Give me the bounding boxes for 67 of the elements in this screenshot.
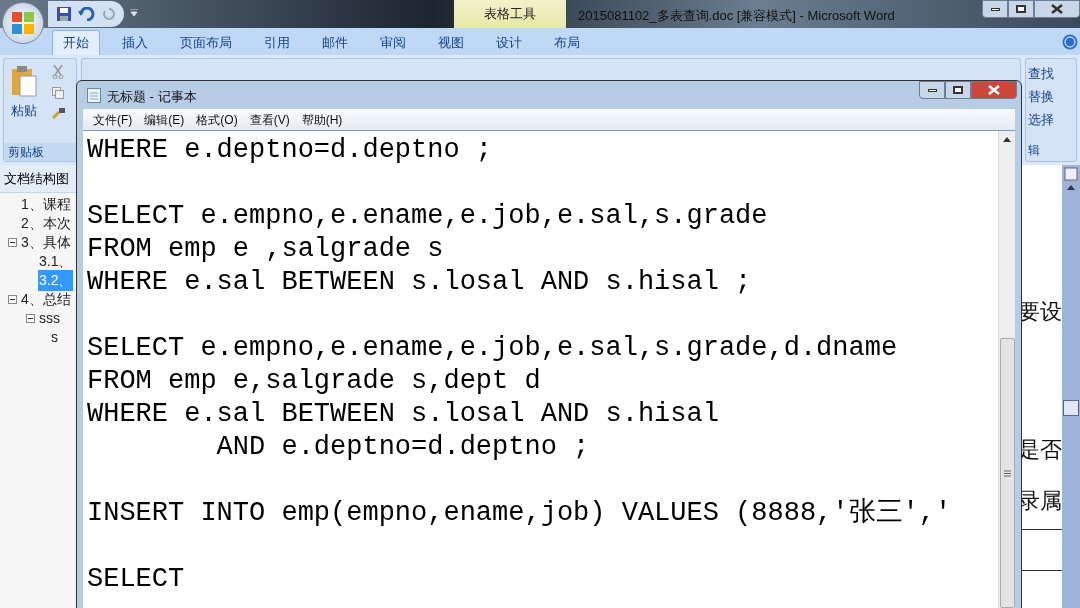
scroll-up-icon xyxy=(1067,185,1075,190)
ribbon-tab[interactable]: 页面布局 xyxy=(170,30,242,55)
outline-item[interactable]: sss xyxy=(38,308,61,329)
ribbon-tab[interactable]: 插入 xyxy=(112,30,158,55)
collapse-icon[interactable] xyxy=(8,238,17,247)
outline-item[interactable]: 2、本次 xyxy=(20,213,72,234)
code-line: SELECT e.empno,e.ename,e.job,e.sal,s.grade,d.dname xyxy=(87,332,899,365)
office-logo-icon xyxy=(11,11,35,35)
code-line: AND e.deptno=d.deptno ; xyxy=(215,431,591,464)
brush-icon[interactable] xyxy=(52,107,66,119)
outline-item[interactable]: 1、课程 xyxy=(20,194,72,215)
code-line: FROM emp e ,salgrade s xyxy=(87,233,445,266)
menu-item[interactable]: 帮助(H) xyxy=(295,110,349,129)
window-title: 无标题 - 记事本 xyxy=(107,88,197,106)
close-button[interactable] xyxy=(971,81,1017,99)
code-line: SELECT xyxy=(87,563,186,596)
minimize-button[interactable] xyxy=(919,81,945,99)
code-line: WHERE e.sal BETWEEN s.losal AND s.hisal xyxy=(87,398,720,431)
code-line: FROM emp e,salgrade s,dept d xyxy=(87,365,542,398)
ribbon-tab[interactable]: 视图 xyxy=(428,30,474,55)
window-title: 2015081102_多表查询.doc [兼容模式] - Microsoft Word xyxy=(578,7,895,25)
ribbon-tab[interactable]: 布局 xyxy=(544,30,590,55)
close-icon xyxy=(1051,4,1063,14)
grip-icon xyxy=(1003,469,1011,477)
menu-item[interactable]: 查看(V) xyxy=(243,110,296,129)
code-line: INSERT INTO emp(empno,ename,job) VALUES (8888,'张三',' xyxy=(87,497,953,530)
paste-button[interactable]: 粘贴 xyxy=(4,59,44,143)
outline-item[interactable]: 3.1、 xyxy=(38,251,74,272)
ribbon-tab[interactable]: 引用 xyxy=(254,30,300,55)
scrollbar[interactable] xyxy=(1062,165,1080,608)
collapse-icon[interactable] xyxy=(26,314,35,323)
scrollbar[interactable] xyxy=(998,131,1015,608)
scroll-up-icon xyxy=(1003,137,1011,142)
contextual-tab-group-label: 表格工具 xyxy=(484,5,536,24)
ribbon-button[interactable]: 选择 xyxy=(1028,108,1076,131)
menu-item[interactable]: 编辑(E) xyxy=(138,110,191,129)
menu-item[interactable]: 文件(F) xyxy=(87,110,139,129)
close-button[interactable] xyxy=(1034,0,1080,18)
ribbon-tab[interactable]: 审阅 xyxy=(370,30,416,55)
collapse-icon[interactable] xyxy=(8,295,17,304)
code-line: WHERE e.deptno=d.deptno ; xyxy=(87,134,494,167)
help-icon[interactable] xyxy=(1062,34,1078,50)
customize-dropdown-icon[interactable] xyxy=(130,9,138,17)
notepad-icon xyxy=(87,87,101,103)
pane-title: 文档结构图 xyxy=(4,169,69,188)
scrollbar-thumb xyxy=(1063,400,1079,416)
outline-item[interactable]: 4、总结 xyxy=(20,289,72,310)
ribbon-tab[interactable]: 开始 xyxy=(52,30,100,55)
menu-item[interactable]: 格式(O) xyxy=(190,110,244,129)
ruler-toggle-icon xyxy=(1064,167,1078,181)
minimize-button[interactable] xyxy=(982,0,1008,18)
outline-item[interactable]: s xyxy=(50,327,59,348)
ribbon-tab[interactable]: 设计 xyxy=(486,30,532,55)
ribbon-tab[interactable]: 邮件 xyxy=(312,30,358,55)
maximize-button[interactable] xyxy=(1008,0,1034,18)
group-label: 辑 xyxy=(1028,142,1041,159)
undo-icon[interactable] xyxy=(78,7,96,21)
ribbon-button[interactable]: 替换 xyxy=(1028,85,1076,108)
clipboard-icon xyxy=(11,65,37,97)
outline-item[interactable]: 3、具体 xyxy=(20,232,72,253)
maximize-button[interactable] xyxy=(945,81,971,99)
save-icon[interactable] xyxy=(56,6,72,22)
code-line: SELECT e.empno,e.ename,e.job,e.sal,s.grade xyxy=(87,200,769,233)
ribbon-button[interactable]: 查找 xyxy=(1028,62,1076,85)
group-label: 剪贴板 xyxy=(8,144,44,161)
close-icon xyxy=(988,85,1000,95)
code-line: WHERE e.sal BETWEEN s.losal AND s.hisal ; xyxy=(87,266,753,299)
